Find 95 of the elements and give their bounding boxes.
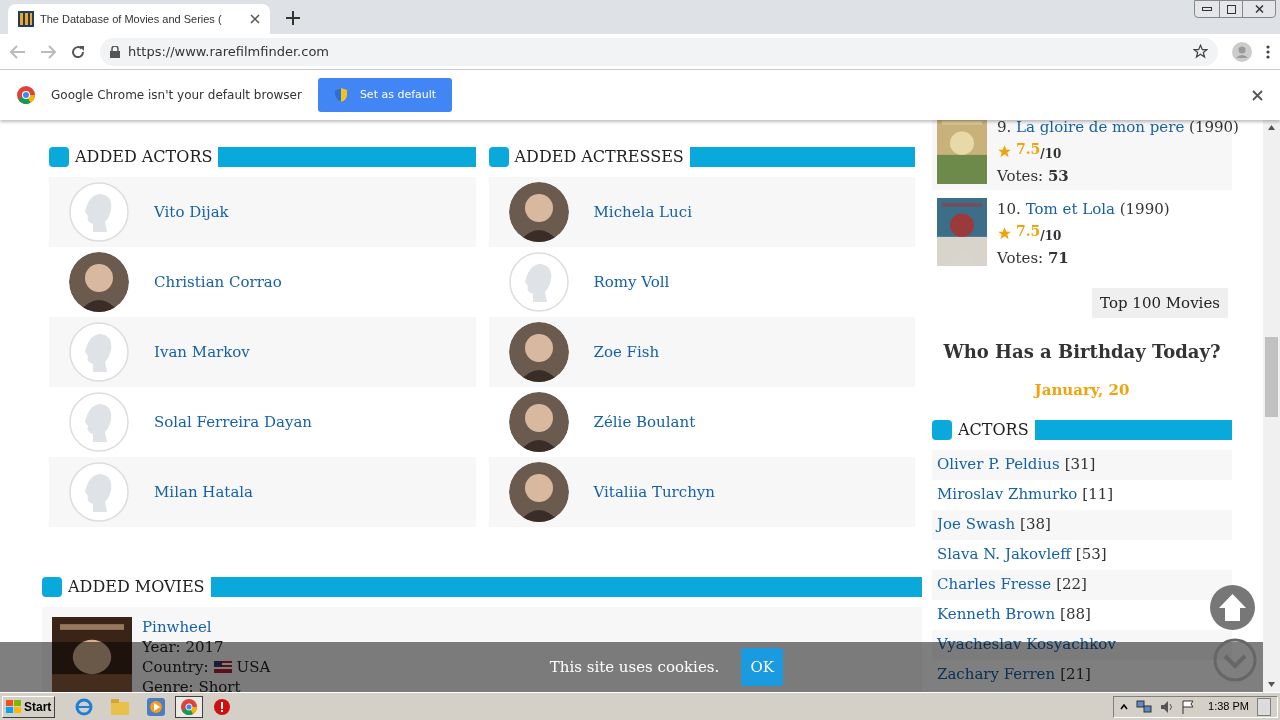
silhouette-avatar — [69, 182, 129, 242]
section-title: ADDED ACTRESSES — [514, 149, 684, 165]
person-avatar — [508, 182, 569, 242]
person-avatar — [508, 322, 569, 382]
actor-link[interactable]: Slava N. Jakovleff — [937, 543, 1071, 566]
set-default-button[interactable]: Set as default — [317, 78, 453, 112]
section-marker-icon — [488, 147, 509, 167]
birthday-heading: Who Has a Birthday Today? — [942, 340, 1222, 364]
section-marker-icon — [49, 147, 69, 167]
movie-link[interactable]: Pinwheel — [142, 617, 271, 637]
volume-icon[interactable] — [1160, 699, 1175, 714]
section-marker-icon — [42, 577, 62, 597]
rating-text: 7.5$_{/10}$ — [1016, 222, 1062, 245]
menu-icon[interactable] — [1266, 44, 1270, 59]
person-link[interactable]: Michela Luci — [593, 200, 692, 224]
scroll-up-icon[interactable] — [1210, 585, 1255, 630]
flag-icon — [213, 661, 232, 673]
votes-text: Votes: 71 — [997, 247, 1070, 269]
chrome-logo-icon — [17, 86, 35, 104]
count-text: [22] — [1056, 574, 1087, 596]
section-title: ADDED ACTORS — [75, 149, 213, 165]
clock-text: 1:38 PM — [1208, 699, 1249, 715]
person-link[interactable]: Solal Ferreira Dayan — [154, 410, 313, 434]
person-link[interactable]: Christian Corrao — [154, 270, 282, 294]
start-button[interactable]: Start — [2, 695, 56, 718]
person-link[interactable]: Milan Hatala — [154, 480, 254, 504]
scroll-down-arrow-icon[interactable] — [1268, 682, 1275, 687]
tab-title: The Database of Movies and Series ( — [40, 11, 223, 27]
country-text: USA — [236, 657, 271, 677]
silhouette-avatar — [69, 462, 129, 522]
section-title: ACTORS — [958, 421, 1029, 438]
person-link[interactable]: Romy Voll — [593, 270, 670, 294]
count-text: [88] — [1060, 604, 1091, 626]
windows-logo-icon — [6, 699, 22, 714]
silhouette-avatar — [508, 252, 569, 312]
person-avatar — [508, 392, 569, 452]
person-link[interactable]: Zélie Boulant — [593, 410, 696, 434]
close-tab-icon[interactable] — [250, 14, 260, 24]
shield-icon — [333, 88, 348, 102]
count-text: [53] — [1075, 544, 1107, 566]
scroll-up-arrow-icon[interactable] — [1268, 125, 1275, 130]
show-desktop-icon[interactable] — [1257, 697, 1271, 716]
actor-link[interactable]: Kenneth Brown — [937, 603, 1056, 626]
country-label: Country: — [142, 657, 209, 677]
silhouette-avatar — [69, 392, 129, 452]
site-logo-icon — [18, 11, 34, 27]
person-link[interactable]: Ivan Markov — [154, 340, 250, 364]
movie-title-text: 9. La gloire de mon pere (1990) — [997, 120, 1239, 138]
votes-text: Votes: 53 — [997, 165, 1070, 187]
close-icon[interactable] — [1252, 89, 1263, 101]
media-player-icon[interactable] — [147, 697, 166, 716]
reload-icon[interactable] — [70, 43, 86, 60]
restore-icon[interactable] — [1219, 1, 1243, 17]
section-marker-icon — [932, 419, 952, 440]
profile-icon[interactable] — [1232, 41, 1252, 62]
browser-icon[interactable] — [75, 697, 94, 716]
count-text: [21] — [1060, 664, 1091, 686]
address-bar[interactable]: https://www.rarefilmfinder.com — [100, 37, 1218, 66]
rating-text: 7.5$_{/10}$ — [1016, 140, 1062, 163]
scrollbar-thumb[interactable] — [1265, 337, 1278, 417]
section-title: ADDED MOVIES — [68, 579, 205, 595]
person-link[interactable]: Vito Dijak — [154, 200, 229, 224]
browser-tab[interactable]: The Database of Movies and Series ( — [8, 4, 270, 34]
actor-link[interactable]: Charles Fresse — [937, 573, 1052, 596]
movie-title-text: 10. Tom et Lola (1990) — [997, 199, 1170, 220]
cookie-message: This site uses cookies. — [549, 656, 720, 678]
person-avatar — [508, 462, 569, 522]
scroll-down-icon[interactable] — [1213, 638, 1257, 682]
count-text: [11] — [1082, 484, 1114, 506]
count-text: [38] — [1020, 514, 1051, 536]
lock-icon — [110, 45, 120, 58]
actor-link[interactable]: Joe Swash — [937, 513, 1016, 536]
star-icon — [997, 143, 1012, 159]
stop-icon[interactable] — [213, 697, 232, 716]
network-icon[interactable] — [1136, 699, 1153, 714]
top-movies-button[interactable]: Top 100 Movies — [1092, 288, 1228, 318]
genre-text: Genre: Short — [142, 677, 242, 692]
count-text: [31] — [1064, 454, 1096, 476]
person-link[interactable]: Vitaliia Turchyn — [593, 480, 715, 504]
actor-link[interactable]: Zachary Ferren — [937, 663, 1056, 686]
person-link[interactable]: Zoe Fish — [593, 340, 660, 364]
star-icon — [997, 225, 1012, 241]
bookmark-star-icon[interactable] — [1193, 44, 1208, 59]
actor-link[interactable]: Oliver P. Peldius — [937, 453, 1060, 476]
infobar-message: Google Chrome isn't your default browser — [51, 87, 302, 104]
year-text: Year: 2017 — [142, 637, 225, 657]
url-text: https://www.rarefilmfinder.com — [128, 42, 330, 61]
tray-expand-icon[interactable] — [1120, 703, 1129, 710]
birthday-date: January, 20 — [1032, 380, 1131, 401]
new-tab-icon[interactable] — [286, 11, 300, 25]
actor-link[interactable]: Miroslav Zhmurko — [937, 483, 1078, 506]
person-avatar — [69, 252, 129, 312]
flag-icon[interactable] — [1182, 699, 1195, 714]
silhouette-avatar — [69, 322, 129, 382]
chrome-taskbar-icon[interactable] — [175, 695, 204, 718]
